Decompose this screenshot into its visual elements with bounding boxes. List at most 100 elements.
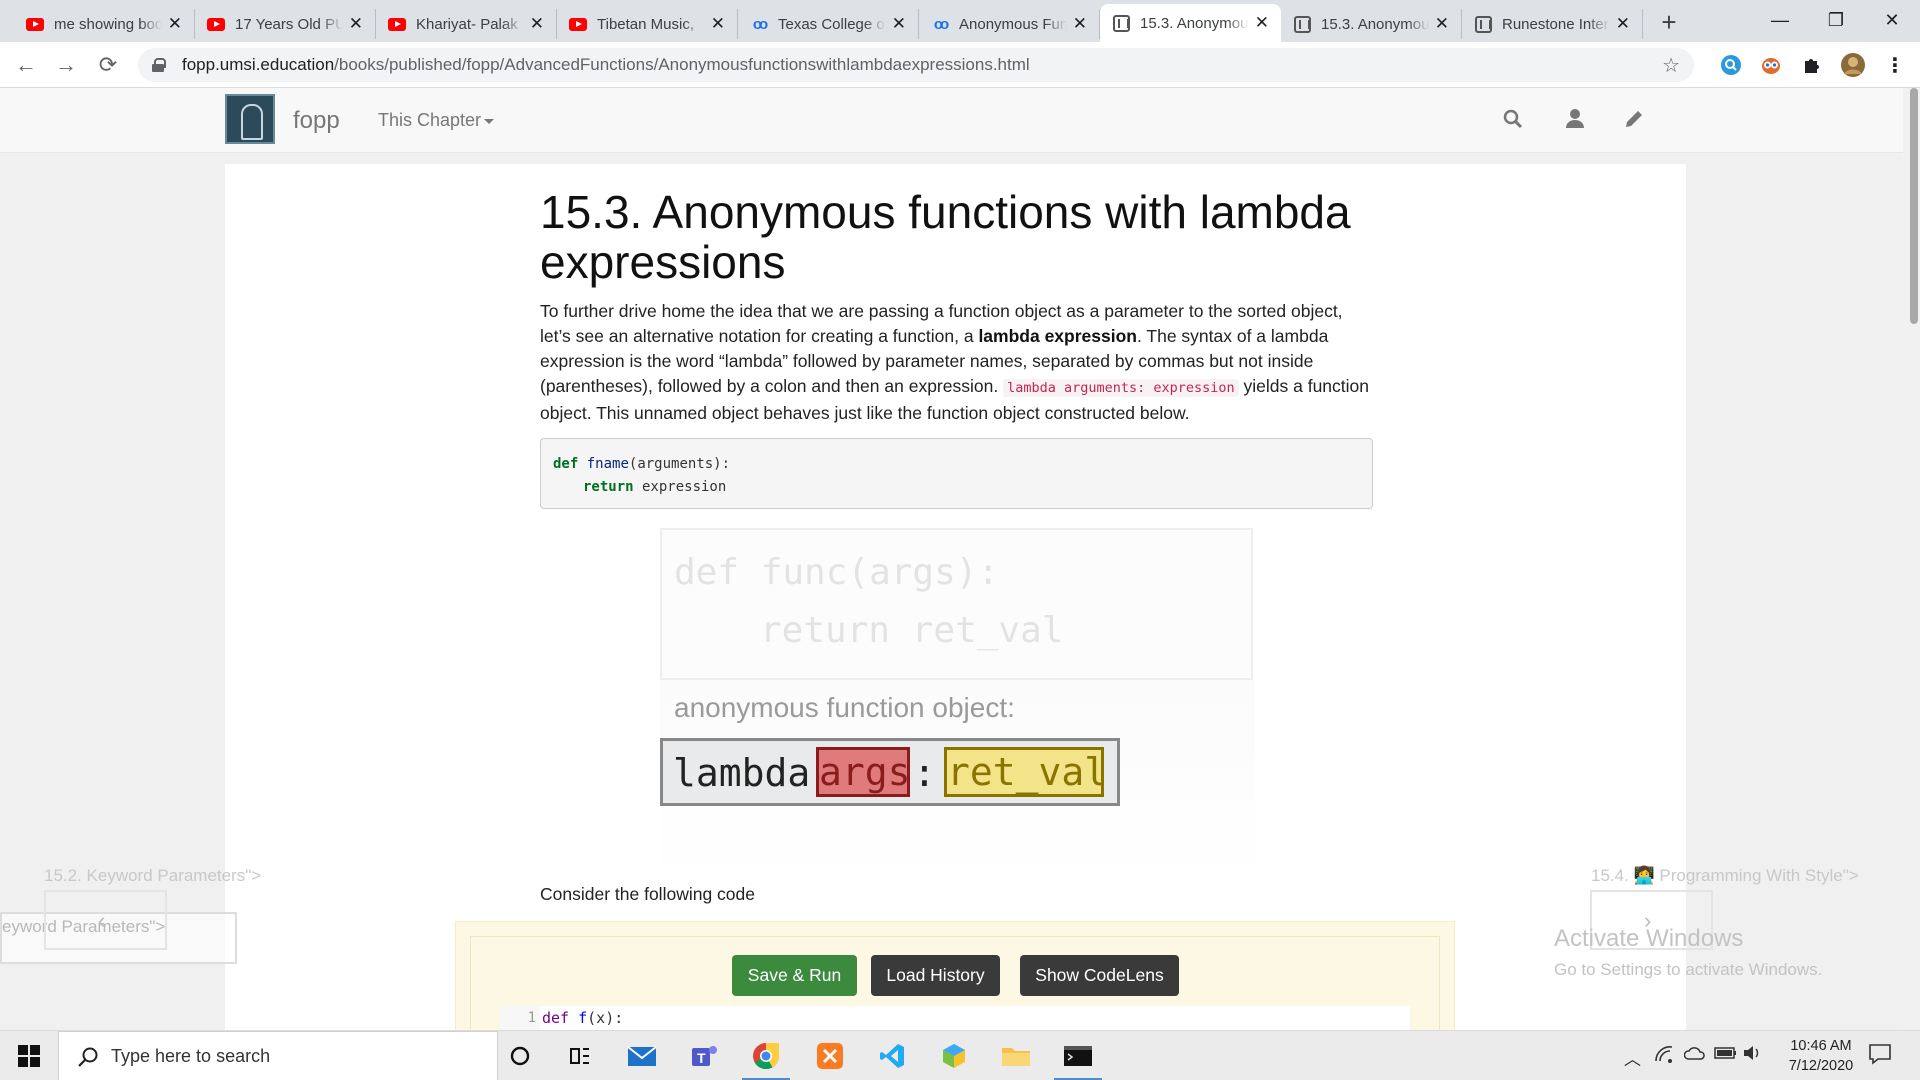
task-view-icon[interactable] — [550, 1031, 610, 1080]
close-tab-icon[interactable]: ✕ — [892, 14, 906, 34]
pencil-icon[interactable] — [1622, 107, 1648, 133]
extension-owl-icon[interactable] — [1758, 52, 1784, 78]
youtube-icon — [569, 15, 587, 33]
lambda-expression-term: lambda expression — [978, 326, 1137, 346]
next-page-link[interactable]: 15.4. 👩‍💻 Programming With Style"> — [1591, 866, 1859, 886]
chrome-icon[interactable] — [736, 1031, 796, 1080]
close-tab-icon[interactable]: ✕ — [349, 14, 363, 34]
notifications-icon[interactable] — [1868, 1043, 1892, 1070]
code-editor[interactable]: 1 def f(x): — [500, 1006, 1410, 1030]
terminal-icon[interactable] — [1048, 1031, 1108, 1080]
taskbar-clock[interactable]: 10:46 AM 7/12/2020 — [1766, 1036, 1876, 1076]
vscode-icon[interactable] — [862, 1031, 922, 1080]
profile-avatar[interactable] — [1840, 52, 1866, 78]
code-params: (arguments): — [628, 456, 731, 472]
show-hidden-icons-icon[interactable]: ︿ — [1624, 1045, 1641, 1070]
diagram-def-line: def func(args): — [674, 552, 1000, 593]
chevron-left-icon: ‹ — [98, 908, 106, 933]
diagram-ret-val-box: ret_val — [944, 747, 1107, 797]
clock-date: 7/12/2020 — [1788, 1058, 1854, 1074]
bookmark-star-icon[interactable]: ☆ — [1662, 53, 1680, 78]
save-run-button[interactable]: Save & Run — [732, 955, 857, 996]
editor-function-name: f — [578, 1009, 588, 1027]
start-button[interactable] — [0, 1031, 58, 1080]
teams-icon[interactable]: T — [674, 1031, 734, 1080]
site-brand[interactable]: fopp — [293, 107, 340, 135]
activation-watermark-title: Activate Windows — [1554, 925, 1744, 952]
close-tab-icon[interactable]: ✕ — [168, 14, 182, 34]
onedrive-icon[interactable] — [1683, 1045, 1706, 1066]
xampp-icon[interactable] — [800, 1031, 860, 1080]
site-logo[interactable] — [225, 94, 275, 144]
extensions-puzzle-icon[interactable] — [1799, 52, 1825, 78]
lock-icon — [152, 58, 166, 72]
tab-strip: me showing body✕17 Years Old PUBG✕Khariy… — [0, 0, 1920, 42]
clock-time: 10:46 AM — [1790, 1038, 1852, 1054]
cortana-icon[interactable] — [490, 1031, 550, 1080]
inline-code: lambda arguments: expression — [1003, 379, 1239, 397]
browser-tab[interactable]: oo Anonymous Fun ✕ — [919, 9, 1100, 39]
address-bar[interactable]: fopp.umsi.education/books/published/fopp… — [138, 48, 1694, 82]
extension-search-icon[interactable] — [1718, 52, 1744, 78]
diagram-colon: : — [913, 751, 936, 795]
browser-menu-icon[interactable]: ⋮ — [1882, 52, 1908, 78]
load-history-button[interactable]: Load History — [871, 955, 1000, 996]
back-button[interactable]: ← — [6, 45, 46, 85]
diagram-lambda-box: lambda args : ret_val — [660, 738, 1120, 806]
prev-page-link[interactable]: 15.2. Keyword Parameters"> — [44, 866, 261, 886]
browser-tab[interactable]: Tibetan Music, ✕ — [557, 9, 738, 39]
this-chapter-label: This Chapter — [378, 110, 482, 130]
file-explorer-icon[interactable] — [986, 1031, 1046, 1080]
scrollbar-thumb[interactable] — [1910, 88, 1918, 324]
forward-button[interactable]: → — [46, 45, 86, 85]
new-tab-button[interactable]: + — [1649, 4, 1689, 40]
coursera-icon: oo — [752, 15, 768, 33]
browser-toolbar: ← → ⟳ fopp.umsi.education/books/publishe… — [0, 42, 1920, 88]
coursera-icon: oo — [933, 15, 949, 33]
tab-title: Texas College of — [778, 15, 886, 33]
browser-tab[interactable]: me showing body ✕ — [14, 9, 195, 39]
close-tab-icon[interactable]: ✕ — [1616, 14, 1630, 34]
close-window-button[interactable]: ✕ — [1864, 0, 1920, 40]
line-number: 1 — [500, 1006, 540, 1030]
reload-button[interactable]: ⟳ — [88, 45, 128, 85]
taskbar-search-box[interactable]: Type here to search — [58, 1031, 498, 1080]
youtube-icon — [26, 15, 44, 33]
show-codelens-button[interactable]: Show CodeLens — [1020, 955, 1179, 996]
restore-button[interactable]: ❐ — [1808, 0, 1864, 40]
browser-tab[interactable]: Khariyat- Palak ✕ — [376, 9, 557, 39]
network-icon[interactable] — [1654, 1045, 1674, 1068]
search-icon[interactable] — [1501, 107, 1527, 133]
browser-tab[interactable]: oo Texas College of ✕ — [738, 9, 919, 39]
volume-icon[interactable] — [1742, 1045, 1762, 1066]
battery-icon[interactable] — [1714, 1045, 1738, 1066]
consider-text: Consider the following code — [540, 884, 755, 904]
url-host: fopp.umsi.education — [182, 55, 335, 74]
browser-tab[interactable]: 15.3. Anonymous ✕ — [1100, 4, 1281, 42]
close-tab-icon[interactable]: ✕ — [530, 14, 544, 34]
diagram-return-line: return ret_val — [760, 610, 1064, 651]
box-app-icon[interactable] — [924, 1031, 984, 1080]
tab-title: Runestone Interactive — [1502, 15, 1610, 33]
browser-tab[interactable]: Runestone Interactive ✕ — [1462, 9, 1643, 39]
diagram-lambda-keyword: lambda — [673, 751, 811, 795]
this-chapter-dropdown[interactable]: This Chapter — [378, 110, 495, 131]
diagram-caption: anonymous function object: — [674, 692, 1015, 723]
windows-logo-icon — [18, 1045, 40, 1067]
close-tab-icon[interactable]: ✕ — [1073, 14, 1087, 34]
lambda-diagram: def func(args): return ret_val anonymous… — [660, 528, 1255, 883]
runestone-icon — [1474, 15, 1492, 33]
code-block: def fname(arguments): return expression — [540, 438, 1373, 509]
minimize-button[interactable]: — — [1752, 0, 1808, 40]
close-tab-icon[interactable]: ✕ — [711, 14, 725, 34]
prev-arrow-button[interactable]: ‹ — [44, 890, 167, 950]
tab-title: 15.3. Anonymous — [1140, 14, 1249, 32]
user-icon[interactable] — [1563, 107, 1589, 133]
mail-icon[interactable] — [612, 1031, 672, 1080]
browser-tab[interactable]: 17 Years Old PUBG ✕ — [195, 9, 376, 39]
browser-tab[interactable]: 15.3. Anonymous ✕ — [1281, 9, 1462, 39]
close-tab-icon[interactable]: ✕ — [1435, 14, 1449, 34]
tab-title: me showing body — [54, 15, 162, 33]
close-tab-icon[interactable]: ✕ — [1255, 13, 1269, 33]
page-title: 15.3. Anonymous functions with lambda ex… — [540, 186, 1351, 288]
